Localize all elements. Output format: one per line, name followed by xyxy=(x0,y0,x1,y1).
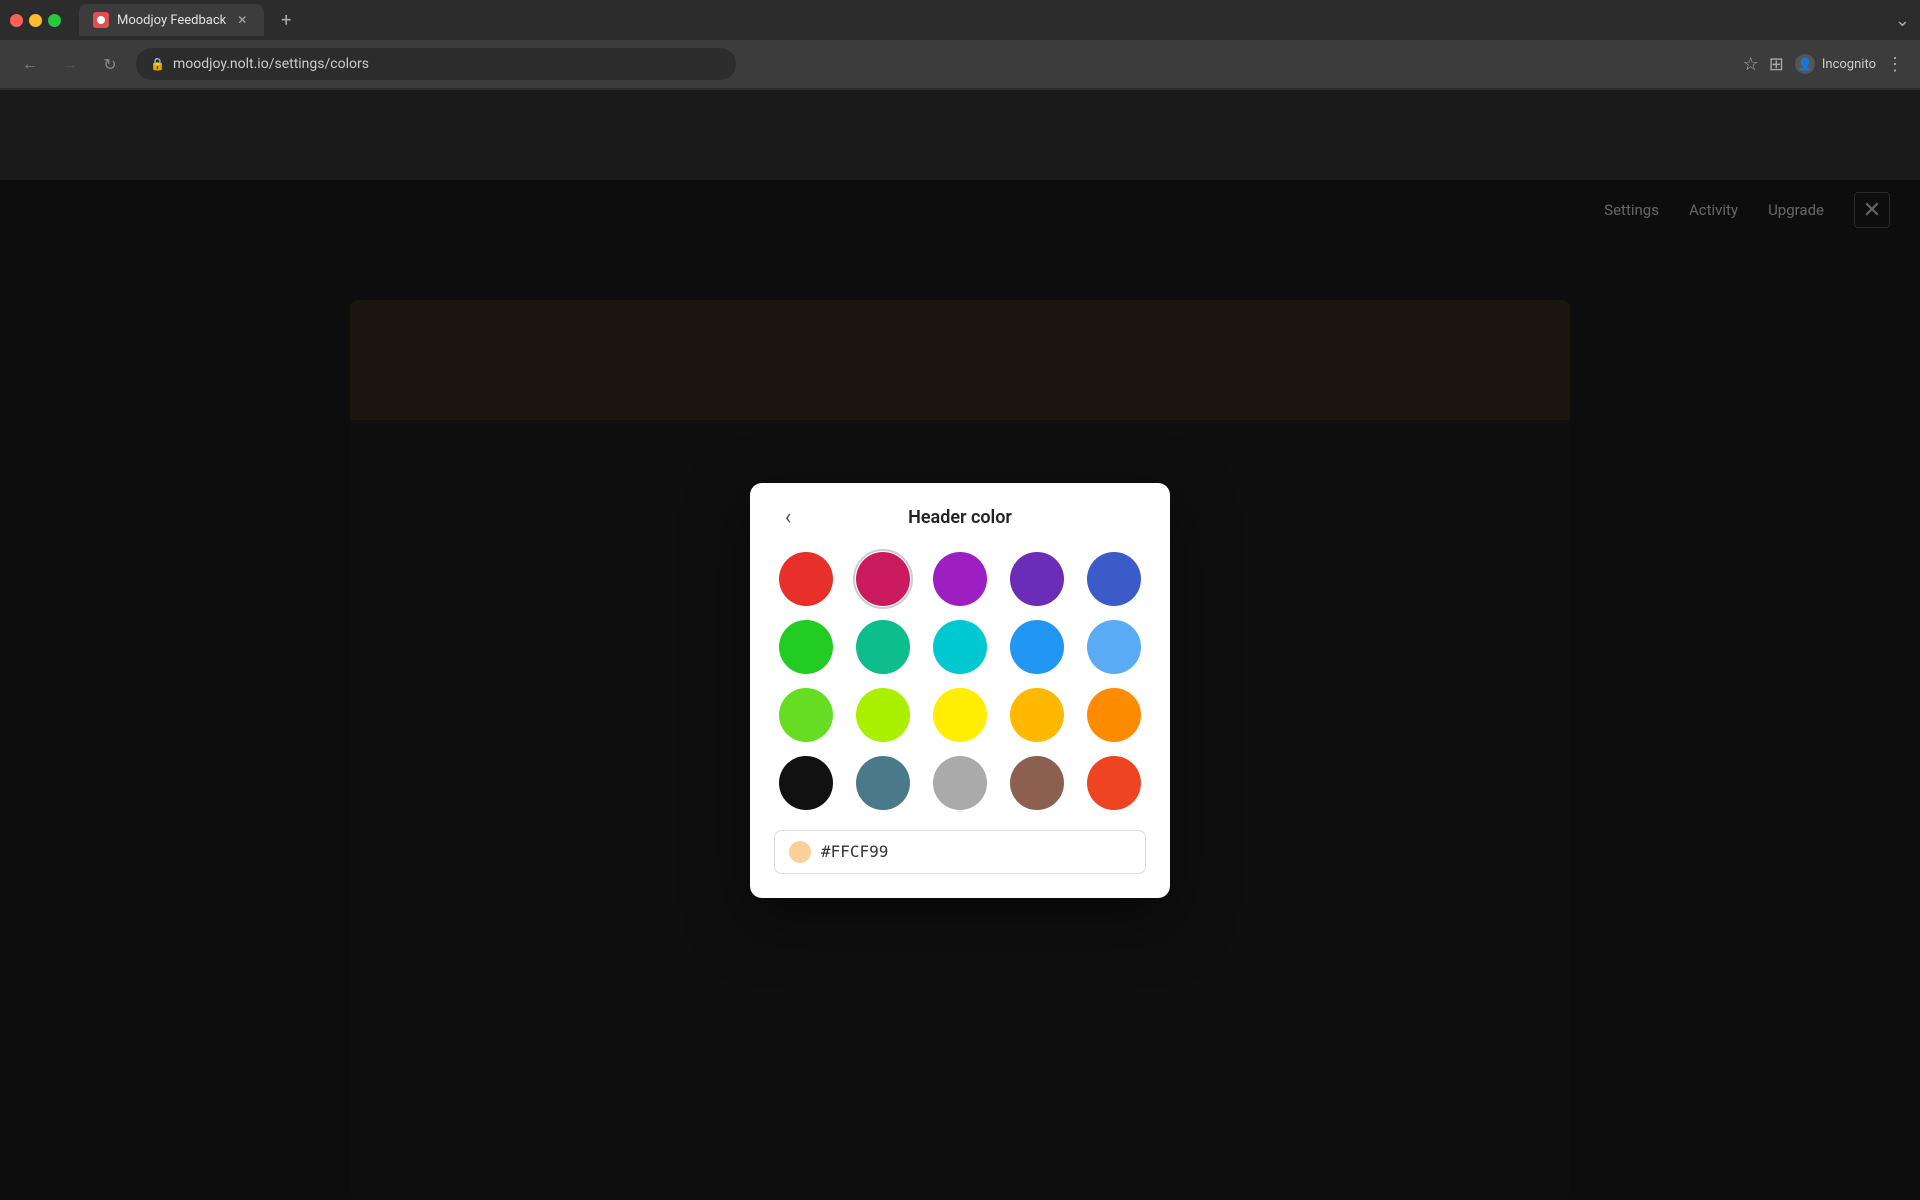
active-tab[interactable]: Moodjoy Feedback ✕ xyxy=(79,4,264,36)
close-traffic-light[interactable] xyxy=(10,14,23,27)
chevron-down-icon[interactable]: ⌄ xyxy=(1895,10,1910,31)
back-arrow-icon: ‹ xyxy=(785,505,792,530)
hex-input-field[interactable] xyxy=(821,842,1131,861)
traffic-lights xyxy=(10,14,61,27)
color-picker-modal: ‹ Header color xyxy=(750,483,1170,898)
minimize-traffic-light[interactable] xyxy=(29,14,42,27)
tab-close-button[interactable]: ✕ xyxy=(234,12,250,28)
back-button[interactable]: ← xyxy=(16,50,44,78)
modal-overlay: ‹ Header color xyxy=(0,180,1920,1200)
grid-icon[interactable]: ⊞ xyxy=(1769,54,1784,75)
color-swatch-purple[interactable] xyxy=(933,552,987,606)
reload-button[interactable]: ↻ xyxy=(96,50,124,78)
color-grid xyxy=(774,552,1146,810)
color-swatch-teal[interactable] xyxy=(856,620,910,674)
modal-back-button[interactable]: ‹ xyxy=(774,503,802,531)
color-swatch-cyan[interactable] xyxy=(933,620,987,674)
color-swatch-gray[interactable] xyxy=(933,756,987,810)
browser-chrome: Moodjoy Feedback ✕ + ⌄ ← → ↻ 🔒 moodjoy.n… xyxy=(0,0,1920,90)
color-swatch-brown[interactable] xyxy=(1010,756,1064,810)
nav-right: ☆ ⊞ 👤 Incognito ⋮ xyxy=(1743,53,1904,75)
maximize-traffic-light[interactable] xyxy=(48,14,61,27)
hex-color-dot xyxy=(789,841,811,863)
svg-text:👤: 👤 xyxy=(1797,57,1812,71)
address-bar[interactable]: 🔒 moodjoy.nolt.io/settings/colors xyxy=(136,48,736,80)
color-swatch-blue[interactable] xyxy=(1087,552,1141,606)
color-swatch-amber[interactable] xyxy=(1010,688,1064,742)
incognito-badge: 👤 Incognito xyxy=(1794,53,1876,75)
hex-input-row[interactable] xyxy=(774,830,1146,874)
url-text: moodjoy.nolt.io/settings/colors xyxy=(173,56,369,72)
color-swatch-red[interactable] xyxy=(779,552,833,606)
color-swatch-lime-green[interactable] xyxy=(779,688,833,742)
color-swatch-orange[interactable] xyxy=(1087,688,1141,742)
page-background: Settings Activity Upgrade ✕ ‹ Header col… xyxy=(0,90,1920,1200)
star-icon[interactable]: ☆ xyxy=(1743,54,1759,75)
color-swatch-red-orange[interactable] xyxy=(1087,756,1141,810)
color-swatch-slate[interactable] xyxy=(856,756,910,810)
modal-header: ‹ Header color xyxy=(774,507,1146,528)
color-swatch-black[interactable] xyxy=(779,756,833,810)
tab-title: Moodjoy Feedback xyxy=(117,13,226,28)
color-swatch-green[interactable] xyxy=(779,620,833,674)
lock-icon: 🔒 xyxy=(150,57,165,71)
color-swatch-light-blue[interactable] xyxy=(1087,620,1141,674)
incognito-label: Incognito xyxy=(1822,57,1876,72)
modal-title: Header color xyxy=(908,507,1012,528)
color-swatch-cornflower-blue[interactable] xyxy=(1010,620,1064,674)
color-swatch-chartreuse[interactable] xyxy=(856,688,910,742)
color-swatch-yellow[interactable] xyxy=(933,688,987,742)
tab-bar: Moodjoy Feedback ✕ + ⌄ xyxy=(0,0,1920,40)
tab-favicon xyxy=(93,12,109,28)
forward-button[interactable]: → xyxy=(56,50,84,78)
more-options-icon[interactable]: ⋮ xyxy=(1886,54,1904,75)
new-tab-button[interactable]: + xyxy=(272,6,300,34)
color-swatch-violet[interactable] xyxy=(1010,552,1064,606)
color-swatch-crimson[interactable] xyxy=(856,552,910,606)
nav-bar: ← → ↻ 🔒 moodjoy.nolt.io/settings/colors … xyxy=(0,40,1920,88)
